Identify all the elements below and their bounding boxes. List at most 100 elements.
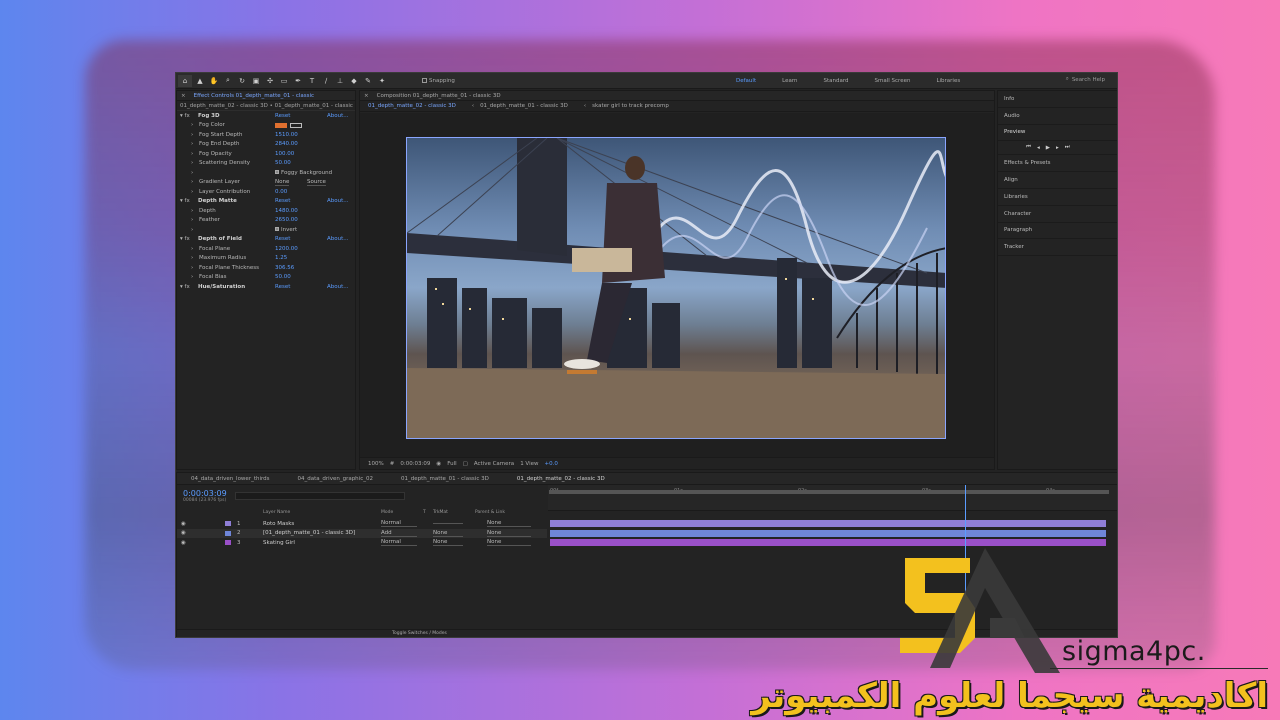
track-matte-dropdown[interactable]: None bbox=[433, 539, 463, 546]
label-color-swatch[interactable] bbox=[225, 530, 231, 536]
disclosure-triangle-icon[interactable]: › bbox=[191, 170, 193, 176]
disclosure-triangle-icon[interactable]: › bbox=[191, 274, 193, 280]
first-frame-icon[interactable]: ⏮ bbox=[1026, 144, 1031, 151]
breadcrumb-item[interactable]: 01_depth_matte_01 - classic 3D bbox=[480, 103, 568, 109]
timeline-current-time[interactable]: 0:00:03:09 00084 (23.976 fps) bbox=[183, 489, 227, 503]
timeline-tab[interactable]: 04_data_driven_lower_thirds bbox=[177, 476, 284, 482]
grid-icon[interactable]: # bbox=[390, 461, 395, 467]
effect-property[interactable]: › Invert bbox=[177, 225, 355, 235]
layer-duration-bar[interactable] bbox=[550, 520, 1106, 527]
disclosure-triangle-icon[interactable]: › bbox=[191, 151, 193, 157]
play-icon[interactable]: ▶ bbox=[1046, 145, 1050, 151]
workspace-small-screen[interactable]: Small Screen bbox=[875, 78, 911, 84]
parent-dropdown[interactable]: None bbox=[487, 530, 531, 537]
blend-mode-dropdown[interactable]: Normal bbox=[381, 539, 417, 546]
reset-link[interactable]: Reset bbox=[275, 198, 290, 204]
disclosure-triangle-icon[interactable]: › bbox=[191, 265, 193, 271]
disclosure-triangle-icon[interactable]: ▾ fx bbox=[180, 113, 190, 119]
visibility-eye-icon[interactable]: ◉ bbox=[181, 540, 186, 546]
reset-link[interactable]: Reset bbox=[275, 113, 290, 119]
composition-frame[interactable] bbox=[406, 137, 946, 439]
property-value[interactable]: 1.25 bbox=[275, 255, 287, 261]
layer-row[interactable]: ◉ 3 Skating Girl Normal None None bbox=[177, 538, 547, 547]
time-ruler[interactable]: 00f01s02s03s04s bbox=[548, 485, 1117, 511]
reset-link[interactable]: Reset bbox=[275, 284, 290, 290]
audio-panel-tab[interactable]: Audio bbox=[998, 108, 1117, 125]
layer-search-input[interactable] bbox=[235, 492, 405, 500]
effect-property[interactable]: › Focal Bias 50.00 bbox=[177, 273, 355, 283]
disclosure-triangle-icon[interactable]: › bbox=[191, 217, 193, 223]
disclosure-triangle-icon[interactable]: ▾ fx bbox=[180, 198, 190, 204]
layer-row[interactable]: ◉ 1 Roto Masks Normal None bbox=[177, 519, 547, 528]
effect-header[interactable]: ▾ fx Depth of Field Reset About... bbox=[177, 235, 355, 245]
property-value[interactable]: 0.00 bbox=[275, 189, 287, 195]
snapping-toggle[interactable]: Snapping bbox=[422, 78, 455, 84]
property-dropdown[interactable]: None bbox=[275, 179, 290, 186]
about-link[interactable]: About... bbox=[327, 284, 349, 290]
effect-property[interactable]: › Feather 2650.00 bbox=[177, 216, 355, 226]
clone-stamp-tool-icon[interactable]: ⊥ bbox=[334, 75, 346, 87]
view-layout-dropdown[interactable]: 1 View bbox=[520, 461, 538, 467]
property-value[interactable]: 306.56 bbox=[275, 265, 294, 271]
camera-tool-icon[interactable]: ▣ bbox=[250, 75, 262, 87]
workspace-standard[interactable]: Standard bbox=[823, 78, 848, 84]
property-value[interactable]: 100.00 bbox=[275, 151, 294, 157]
disclosure-triangle-icon[interactable]: ▾ fx bbox=[180, 284, 190, 290]
track-matte-dropdown[interactable]: None bbox=[433, 530, 463, 537]
magnification-dropdown[interactable]: 100% bbox=[368, 461, 384, 467]
timeline-tab[interactable]: 04_data_driven_graphic_02 bbox=[284, 476, 387, 482]
timecode[interactable]: 0:00:03:09 bbox=[183, 489, 227, 498]
effect-property[interactable]: › Fog Color bbox=[177, 121, 355, 131]
timeline-tab-active[interactable]: 01_depth_matte_02 - classic 3D bbox=[503, 476, 619, 482]
blend-mode-dropdown[interactable]: Add bbox=[381, 530, 417, 537]
color-swatch[interactable] bbox=[275, 122, 287, 128]
workspace-default[interactable]: Default bbox=[736, 78, 756, 84]
visibility-eye-icon[interactable]: ◉ bbox=[181, 530, 186, 536]
checkbox[interactable] bbox=[275, 226, 279, 231]
disclosure-triangle-icon[interactable]: › bbox=[191, 255, 193, 261]
tracker-panel-tab[interactable]: Tracker bbox=[998, 239, 1117, 257]
libraries-panel-tab[interactable]: Libraries bbox=[998, 189, 1117, 206]
breadcrumb-item[interactable]: skater girl to track precomp bbox=[592, 103, 669, 109]
layer-duration-bar[interactable] bbox=[550, 539, 1106, 546]
align-panel-tab[interactable]: Align bbox=[998, 172, 1117, 189]
resolution-dropdown[interactable]: Full bbox=[447, 461, 456, 467]
camera-view-dropdown[interactable]: Active Camera bbox=[474, 461, 514, 467]
hand-tool-icon[interactable]: ✋ bbox=[208, 75, 220, 87]
pan-behind-tool-icon[interactable]: ✣ bbox=[264, 75, 276, 87]
disclosure-triangle-icon[interactable]: ▾ fx bbox=[180, 236, 190, 242]
effect-property[interactable]: › Layer Contribution 0.00 bbox=[177, 187, 355, 197]
rotate-tool-icon[interactable]: ↻ bbox=[236, 75, 248, 87]
exposure-value[interactable]: +0.0 bbox=[545, 461, 558, 467]
property-value[interactable]: 2840.00 bbox=[275, 141, 298, 147]
effect-controls-tab[interactable]: × Effect Controls 01_depth_matte_01 - cl… bbox=[177, 91, 355, 101]
effect-property[interactable]: › Fog End Depth 2840.00 bbox=[177, 140, 355, 150]
about-link[interactable]: About... bbox=[327, 113, 349, 119]
about-link[interactable]: About... bbox=[327, 198, 349, 204]
home-icon[interactable]: ⌂ bbox=[178, 74, 192, 87]
effect-header[interactable]: ▾ fx Fog 3D Reset About... bbox=[177, 111, 355, 121]
effect-property[interactable]: › Fog Opacity 100.00 bbox=[177, 149, 355, 159]
current-time-display[interactable]: 0:00:03:09 bbox=[400, 461, 430, 467]
disclosure-triangle-icon[interactable]: › bbox=[191, 227, 193, 233]
effect-property[interactable]: › Focal Plane 1200.00 bbox=[177, 244, 355, 254]
viewer-area[interactable] bbox=[360, 113, 994, 457]
effect-property[interactable]: › Depth 1480.00 bbox=[177, 206, 355, 216]
effect-property[interactable]: › Maximum Radius 1.25 bbox=[177, 254, 355, 264]
property-value[interactable]: 1510.00 bbox=[275, 132, 298, 138]
zoom-tool-icon[interactable]: ⌕ bbox=[222, 75, 234, 87]
label-color-swatch[interactable] bbox=[225, 540, 231, 545]
effect-property[interactable]: › Scattering Density 50.00 bbox=[177, 159, 355, 169]
effect-property[interactable]: › Gradient Layer None Source bbox=[177, 178, 355, 188]
property-value[interactable]: 1480.00 bbox=[275, 208, 298, 214]
property-value[interactable]: 2650.00 bbox=[275, 217, 298, 223]
puppet-pin-tool-icon[interactable]: ✦ bbox=[376, 75, 388, 87]
eraser-tool-icon[interactable]: ◆ bbox=[348, 75, 360, 87]
label-color-swatch[interactable] bbox=[225, 521, 231, 526]
effect-property[interactable]: › Fog Start Depth 1510.00 bbox=[177, 130, 355, 140]
checkbox[interactable] bbox=[275, 169, 279, 174]
close-icon[interactable]: × bbox=[364, 93, 369, 99]
pen-tool-icon[interactable]: ✒ bbox=[292, 75, 304, 87]
workspace-learn[interactable]: Learn bbox=[782, 78, 797, 84]
reset-link[interactable]: Reset bbox=[275, 236, 290, 242]
